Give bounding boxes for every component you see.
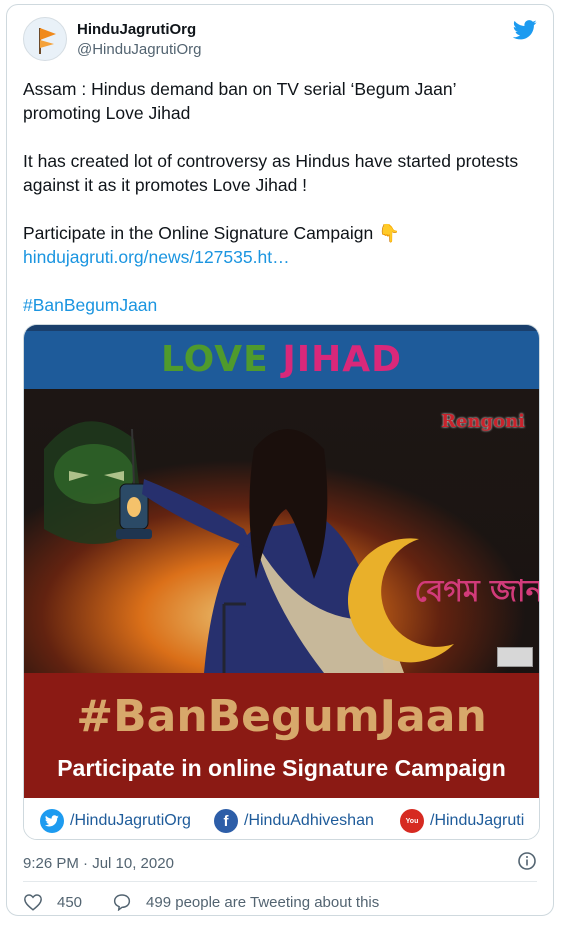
show-title-text: বেগম জান — [414, 574, 539, 609]
like-count: 450 — [57, 893, 83, 911]
author-handle[interactable]: @HinduJagrutiOrg — [77, 41, 201, 58]
tweet-line-controversy: It has created lot of controversy as Hin… — [23, 151, 519, 195]
banner-hashtag: #BanBegumJaan — [76, 691, 487, 742]
hashtag-link[interactable]: #BanBegumJaan — [23, 295, 157, 315]
social-facebook-label: /HinduAdhiveshan — [244, 812, 374, 829]
twitter-logo-icon[interactable] — [513, 19, 537, 41]
tweet-timestamp[interactable]: 9:26 PM · Jul 10, 2020 — [23, 855, 174, 872]
news-link[interactable]: hindujagruti.org/news/127535.ht… — [23, 247, 290, 267]
social-youtube-label: /HinduJagruti — [430, 812, 525, 829]
youtube-icon: You — [400, 809, 424, 833]
banner-word-jihad: JIHAD — [282, 339, 402, 380]
like-button[interactable]: 450 — [23, 893, 82, 911]
participate-text: Participate in the Online Signature Camp… — [23, 223, 374, 243]
conversation-text: 499 people are Tweeting about this — [146, 893, 380, 911]
twitter-icon — [40, 809, 64, 833]
banner-call-to-action: Participate in online Signature Campaign — [57, 755, 506, 781]
social-twitter: /HinduJagrutiOrg — [40, 809, 191, 833]
divider — [23, 881, 537, 882]
campaign-banner: #BanBegumJaan Participate in online Sign… — [24, 673, 539, 798]
speech-bubble-icon — [113, 894, 131, 911]
social-twitter-label: /HinduJagrutiOrg — [70, 812, 191, 829]
social-handles-bar: /HinduJagrutiOrg f /HinduAdhiveshan You … — [24, 798, 539, 839]
corner-watermark — [497, 647, 533, 667]
tweet-body: Assam : Hindus demand ban on TV serial ‘… — [23, 77, 538, 317]
banner-word-love: LOVE — [161, 339, 269, 380]
social-facebook: f /HinduAdhiveshan — [214, 809, 374, 833]
tweet-actions: 450 499 people are Tweeting about this — [23, 893, 379, 911]
avatar[interactable] — [23, 17, 67, 61]
tweet-card: HinduJagrutiOrg @HinduJagrutiOrg Assam :… — [6, 4, 554, 916]
channel-logo: Rengoni — [440, 411, 525, 432]
tweet-media-image[interactable]: LOVE JIHAD বেগম জান Rengoni #BanBegumJaa… — [23, 324, 540, 840]
author-name[interactable]: HinduJagrutiOrg — [77, 21, 196, 38]
tweet-line-participate: Participate in the Online Signature Camp… — [23, 221, 538, 245]
saffron-flag-icon — [39, 28, 56, 54]
pointing-down-emoji: 👇 — [378, 223, 400, 243]
info-icon[interactable] — [517, 851, 537, 871]
heart-icon — [24, 894, 42, 911]
tweet-line-headline: Assam : Hindus demand ban on TV serial ‘… — [23, 79, 456, 123]
conversation-button[interactable]: 499 people are Tweeting about this — [112, 893, 379, 911]
love-jihad-banner: LOVE JIHAD — [24, 325, 539, 389]
serial-scene-image: বেগম জান Rengoni — [24, 389, 539, 673]
social-youtube: You /HinduJagruti — [400, 809, 524, 833]
facebook-icon: f — [214, 809, 238, 833]
